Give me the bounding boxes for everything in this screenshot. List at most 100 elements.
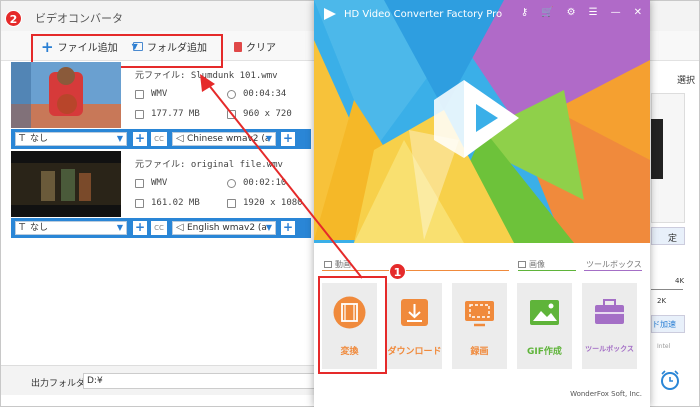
- audio-track-select-1[interactable]: ◁ Chinese wmav2 (a ▼: [172, 132, 276, 146]
- converter-right-panel: 選択 定 4K 2K ド加速 Intel: [651, 61, 700, 390]
- video-thumbnail-2: [11, 151, 121, 217]
- video-2-filename: 元ファイル: original file.wmv: [135, 160, 283, 170]
- subtitle-select-1[interactable]: T なし ▼: [15, 132, 127, 146]
- chevron-down-icon: ▼: [265, 223, 272, 232]
- add-subtitle-button[interactable]: +: [133, 132, 147, 146]
- gear-icon[interactable]: ⚙: [567, 7, 576, 18]
- audio-value: English wmav2 (a: [187, 223, 267, 233]
- convert-tile-highlight: [318, 276, 387, 374]
- audio-track-select-2[interactable]: ◁ English wmav2 (a ▼: [172, 221, 276, 235]
- video-1-format: WMV: [151, 89, 168, 99]
- menu-icon[interactable]: ☰: [589, 7, 598, 18]
- tile-toolbox-label: ツールボックス: [585, 345, 634, 353]
- video-2-options-bar: T なし ▼ + CC ◁ English wmav2 (a ▼ +: [11, 218, 311, 238]
- intel-label: Intel: [657, 343, 671, 350]
- video-2-size: 161.02 MB: [151, 198, 200, 208]
- step-1-badge: 1: [389, 263, 406, 280]
- video-2-resolution: 1920 x 1080: [243, 198, 303, 208]
- clock-icon: [227, 90, 236, 99]
- clock-icon: [227, 179, 236, 188]
- video-1-options-bar: T なし ▼ + CC ◁ Chinese wmav2 (a ▼ +: [11, 129, 311, 149]
- disk-icon: [135, 110, 144, 119]
- tile-record-label: 録画: [470, 347, 489, 357]
- disk-icon: [135, 199, 144, 208]
- subtitle-value: なし: [30, 223, 49, 233]
- format-thumbnail: [651, 119, 663, 179]
- choose-label: 選択: [677, 76, 696, 86]
- speaker-icon: ◁: [176, 222, 184, 233]
- image-section-text: 画像: [529, 260, 545, 269]
- monitor-record-icon: [465, 301, 494, 327]
- resolution-icon: [227, 110, 236, 119]
- video-section-line: [322, 270, 509, 271]
- toolbox-section-line: [584, 270, 642, 271]
- tile-download-label: ダウンロード: [387, 347, 442, 357]
- toolbox-section-text: ツールボックス: [586, 260, 642, 269]
- settings-label: 定: [668, 234, 678, 244]
- format-icon: [135, 179, 144, 188]
- subtitle-select-2[interactable]: T なし ▼: [15, 221, 127, 235]
- res-2k-label: 2K: [657, 297, 667, 305]
- minimize-icon[interactable]: —: [611, 7, 621, 18]
- tile-download[interactable]: ダウンロード: [387, 283, 442, 369]
- video-1-duration: 00:04:34: [243, 89, 287, 99]
- settings-button[interactable]: 定: [651, 227, 685, 245]
- clear-label: クリア: [246, 43, 276, 54]
- video-section-text: 動画: [335, 260, 351, 269]
- res-4k-label: 4K: [675, 277, 685, 285]
- chevron-down-icon: ▼: [116, 134, 123, 143]
- trash-icon: [234, 41, 242, 52]
- video-2-format: WMV: [151, 178, 168, 188]
- launcher-title-icons: ⚷ 🛒 ⚙ ☰ — ✕: [521, 7, 642, 18]
- clear-button[interactable]: クリア: [234, 39, 276, 54]
- chevron-down-icon: ▼: [265, 134, 272, 143]
- video-thumbnail-1: [11, 62, 121, 128]
- subtitle-value: なし: [30, 134, 49, 144]
- output-folder-bar: 出力フォルダ: D:¥: [1, 365, 317, 395]
- resolution-slider[interactable]: [651, 289, 683, 290]
- tile-record[interactable]: 録画: [452, 283, 507, 369]
- video-2-duration: 00:02:10: [243, 178, 287, 188]
- text-icon: T: [19, 133, 26, 144]
- key-icon[interactable]: ⚷: [521, 7, 528, 18]
- chevron-down-icon: ▼: [116, 223, 123, 232]
- download-icon: [401, 299, 428, 326]
- text-icon: T: [19, 222, 26, 233]
- output-folder-label: 出力フォルダ:: [31, 379, 89, 389]
- image-icon: [530, 300, 559, 325]
- hardware-accel-button[interactable]: ド加速: [651, 315, 685, 333]
- close-icon[interactable]: ✕: [634, 7, 642, 18]
- accel-label: ド加速: [652, 320, 676, 329]
- format-icon: [135, 90, 144, 99]
- tile-gif[interactable]: GIF作成: [517, 283, 572, 369]
- cc-icon[interactable]: CC: [151, 132, 167, 146]
- cart-icon[interactable]: 🛒: [541, 7, 553, 18]
- audio-value: Chinese wmav2 (a: [187, 134, 271, 144]
- resolution-icon: [227, 199, 236, 208]
- video-1-resolution: 960 x 720: [243, 109, 292, 119]
- screenshot-root: ビデオコンバータ + ファイル追加 ▼ フォルダ追加 クリア 元ファイル: Sl…: [0, 0, 700, 407]
- video-item-2[interactable]: 元ファイル: original file.wmv WMV 00:02:10 16…: [11, 151, 311, 217]
- video-icon: [324, 261, 332, 268]
- video-1-filename: 元ファイル: Slumdunk 101.wmv: [135, 71, 278, 81]
- cc-icon[interactable]: CC: [151, 221, 167, 235]
- add-audio-button[interactable]: +: [281, 132, 295, 146]
- image-icon: [518, 261, 526, 268]
- launcher-title: HD Video Converter Factory Pro: [344, 9, 503, 20]
- toolbox-section-label: ツールボックス: [586, 259, 642, 270]
- add-subtitle-button[interactable]: +: [133, 221, 147, 235]
- converter-title: ビデオコンバータ: [35, 12, 123, 25]
- speaker-icon: ◁: [176, 133, 184, 144]
- tile-toolbox[interactable]: ツールボックス: [582, 283, 637, 369]
- video-1-size: 177.77 MB: [151, 109, 200, 119]
- alarm-clock-icon[interactable]: [659, 369, 681, 391]
- tile-gif-label: GIF作成: [527, 347, 562, 357]
- add-audio-button[interactable]: +: [281, 221, 295, 235]
- launcher-banner: [314, 0, 650, 243]
- video-section-label: 動画: [324, 259, 351, 270]
- output-folder-input[interactable]: D:¥: [83, 373, 315, 389]
- image-section-line: [518, 270, 576, 271]
- step-2-badge: 2: [5, 10, 22, 27]
- app-logo-icon: [324, 8, 336, 20]
- video-item-1[interactable]: 元ファイル: Slumdunk 101.wmv WMV 00:04:34 177…: [11, 62, 311, 128]
